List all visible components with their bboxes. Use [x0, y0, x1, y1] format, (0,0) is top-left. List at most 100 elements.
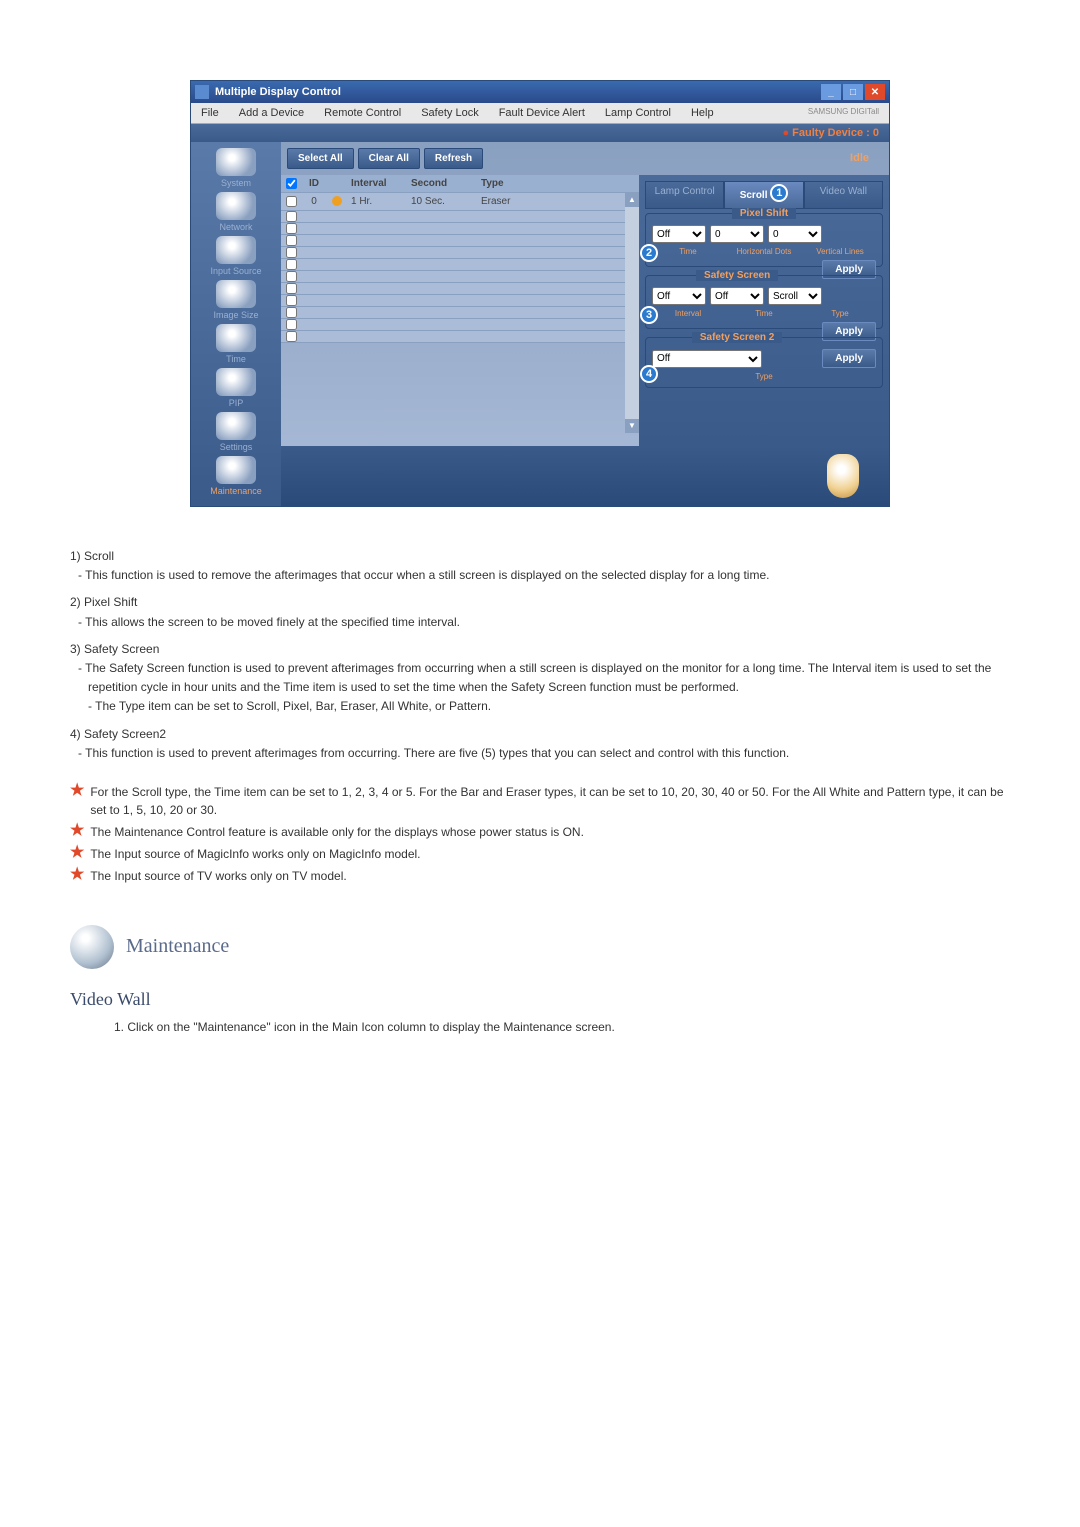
- col-interval: Interval: [347, 175, 407, 192]
- sidebar-item-network[interactable]: Network: [196, 192, 276, 232]
- scroll-up-icon[interactable]: ▲: [625, 193, 639, 207]
- table-row[interactable]: [281, 307, 639, 319]
- row-checkbox[interactable]: [286, 247, 297, 258]
- sidebar-item-pip[interactable]: PIP: [196, 368, 276, 408]
- refresh-button[interactable]: Refresh: [424, 148, 483, 169]
- table-row[interactable]: [281, 271, 639, 283]
- table-row[interactable]: [281, 295, 639, 307]
- explain-3-title: 3) Safety Screen: [70, 640, 1010, 659]
- table-row[interactable]: [281, 259, 639, 271]
- tab-scroll[interactable]: Scroll 1: [724, 181, 803, 209]
- safety-screen-type-select[interactable]: Scroll: [768, 287, 822, 305]
- table-row[interactable]: [281, 235, 639, 247]
- star-icon: ★: [70, 845, 84, 861]
- safety-screen-interval-select[interactable]: Off: [652, 287, 706, 305]
- row-checkbox[interactable]: [286, 196, 297, 207]
- sidebar: System Network Input Source Image Size T…: [191, 142, 281, 506]
- table-row[interactable]: 0 1 Hr. 10 Sec. Eraser: [281, 193, 639, 211]
- menu-remote-control[interactable]: Remote Control: [314, 103, 411, 123]
- menu-safety-lock[interactable]: Safety Lock: [411, 103, 488, 123]
- sidebar-item-system[interactable]: System: [196, 148, 276, 188]
- safety-screen-2-type-select[interactable]: Off: [652, 350, 762, 368]
- table-row[interactable]: [281, 211, 639, 223]
- callout-4: 4: [640, 365, 658, 383]
- star-icon: ★: [70, 867, 84, 883]
- sidebar-item-input-source[interactable]: Input Source: [196, 236, 276, 276]
- table-row[interactable]: [281, 247, 639, 259]
- row-checkbox[interactable]: [286, 295, 297, 306]
- settings-icon: [216, 412, 256, 440]
- note-1: For the Scroll type, the Time item can b…: [90, 783, 1010, 819]
- explain-3-desc-b: The Type item can be set to Scroll, Pixe…: [88, 697, 1010, 716]
- row-checkbox[interactable]: [286, 307, 297, 318]
- row-checkbox[interactable]: [286, 211, 297, 222]
- pip-icon: [216, 368, 256, 396]
- table-row[interactable]: [281, 283, 639, 295]
- explain-2-desc: This allows the screen to be moved finel…: [88, 613, 1010, 632]
- row-checkbox[interactable]: [286, 331, 297, 342]
- close-button[interactable]: ✕: [865, 84, 885, 100]
- right-panel: Lamp Control Scroll 1 Video Wall Pixel S…: [639, 175, 889, 446]
- bottom-bar: [281, 446, 889, 506]
- explain-4-desc: This function is used to prevent afterim…: [88, 744, 1010, 763]
- pixel-shift-panel: Pixel Shift Off 0 0 Time Horizontal Dots…: [645, 213, 883, 267]
- grid-header: ID Interval Second Type: [281, 175, 639, 193]
- idle-status: Idle: [836, 148, 883, 169]
- grid-body: 0 1 Hr. 10 Sec. Eraser: [281, 193, 639, 433]
- table-row[interactable]: [281, 319, 639, 331]
- table-row[interactable]: [281, 223, 639, 235]
- explain-2-title: 2) Pixel Shift: [70, 593, 1010, 612]
- tab-video-wall[interactable]: Video Wall: [804, 181, 883, 209]
- sidebar-item-maintenance[interactable]: Maintenance: [196, 456, 276, 496]
- menu-file[interactable]: File: [191, 103, 229, 123]
- row-checkbox[interactable]: [286, 283, 297, 294]
- tab-lamp-control[interactable]: Lamp Control: [645, 181, 724, 209]
- sidebar-item-time[interactable]: Time: [196, 324, 276, 364]
- image-size-icon: [216, 280, 256, 308]
- app-window: Multiple Display Control _ □ ✕ File Add …: [190, 80, 890, 507]
- menu-lamp-control[interactable]: Lamp Control: [595, 103, 681, 123]
- scroll-down-icon[interactable]: ▼: [625, 419, 639, 433]
- app-icon: [195, 85, 209, 99]
- row-checkbox[interactable]: [286, 319, 297, 330]
- explain-4-title: 4) Safety Screen2: [70, 725, 1010, 744]
- maximize-button[interactable]: □: [843, 84, 863, 100]
- col-status: [327, 175, 347, 192]
- sidebar-item-image-size[interactable]: Image Size: [196, 280, 276, 320]
- brand-logo: SAMSUNG DIGITall: [798, 103, 889, 123]
- safety-screen-panel: Safety Screen Off Off Scroll Interval Ti…: [645, 275, 883, 329]
- star-icon: ★: [70, 823, 84, 839]
- menubar: File Add a Device Remote Control Safety …: [191, 103, 889, 124]
- star-icon: ★: [70, 783, 84, 799]
- pixel-shift-vlines-select[interactable]: 0: [768, 225, 822, 243]
- pixel-shift-onoff-select[interactable]: Off: [652, 225, 706, 243]
- row-checkbox[interactable]: [286, 259, 297, 270]
- callout-1: 1: [770, 184, 788, 202]
- faulty-device-label: Faulty Device : 0: [792, 127, 879, 139]
- scrollbar[interactable]: ▲ ▼: [625, 193, 639, 433]
- minimize-button[interactable]: _: [821, 84, 841, 100]
- note-2: The Maintenance Control feature is avail…: [90, 823, 584, 841]
- header-checkbox[interactable]: [286, 178, 297, 189]
- menu-fault-device-alert[interactable]: Fault Device Alert: [489, 103, 595, 123]
- safety-screen-time-select[interactable]: Off: [710, 287, 764, 305]
- row-checkbox[interactable]: [286, 235, 297, 246]
- clear-all-button[interactable]: Clear All: [358, 148, 420, 169]
- callout-2: 2: [640, 244, 658, 262]
- titlebar: Multiple Display Control _ □ ✕: [191, 81, 889, 103]
- maintenance-heading: Maintenance: [126, 935, 229, 958]
- status-dot-icon: ●: [782, 127, 789, 139]
- video-wall-step-1: 1. Click on the "Maintenance" icon in th…: [114, 1020, 1010, 1034]
- input-source-icon: [216, 236, 256, 264]
- safety-screen-2-apply-button[interactable]: Apply: [822, 349, 876, 368]
- menu-add-device[interactable]: Add a Device: [229, 103, 314, 123]
- sidebar-item-settings[interactable]: Settings: [196, 412, 276, 452]
- window-title: Multiple Display Control: [215, 86, 341, 98]
- row-checkbox[interactable]: [286, 223, 297, 234]
- select-all-button[interactable]: Select All: [287, 148, 354, 169]
- menu-help[interactable]: Help: [681, 103, 724, 123]
- table-row[interactable]: [281, 331, 639, 343]
- pixel-shift-hdots-select[interactable]: 0: [710, 225, 764, 243]
- col-second: Second: [407, 175, 477, 192]
- row-checkbox[interactable]: [286, 271, 297, 282]
